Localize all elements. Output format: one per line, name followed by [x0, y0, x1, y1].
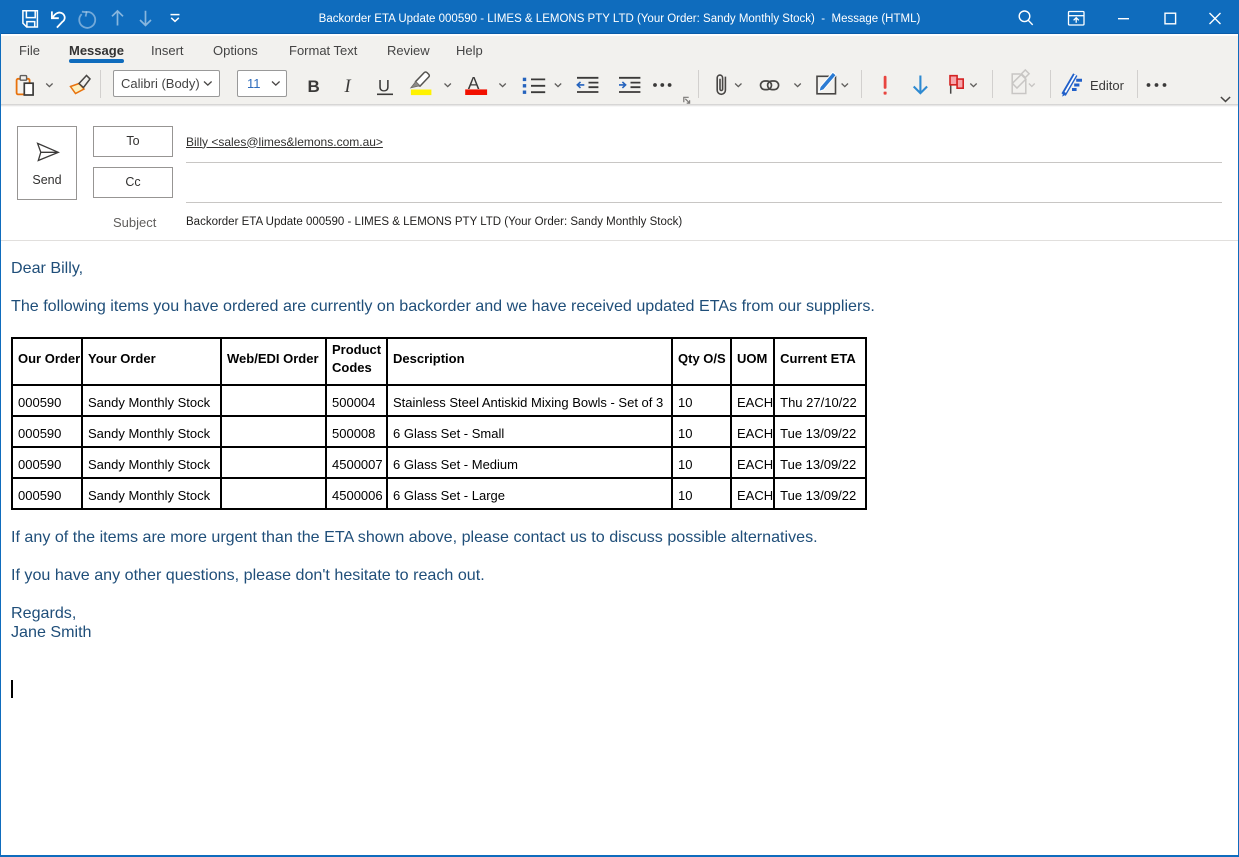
svg-text:I: I [344, 77, 352, 97]
svg-text:B: B [308, 77, 320, 96]
svg-text:U: U [378, 78, 390, 96]
